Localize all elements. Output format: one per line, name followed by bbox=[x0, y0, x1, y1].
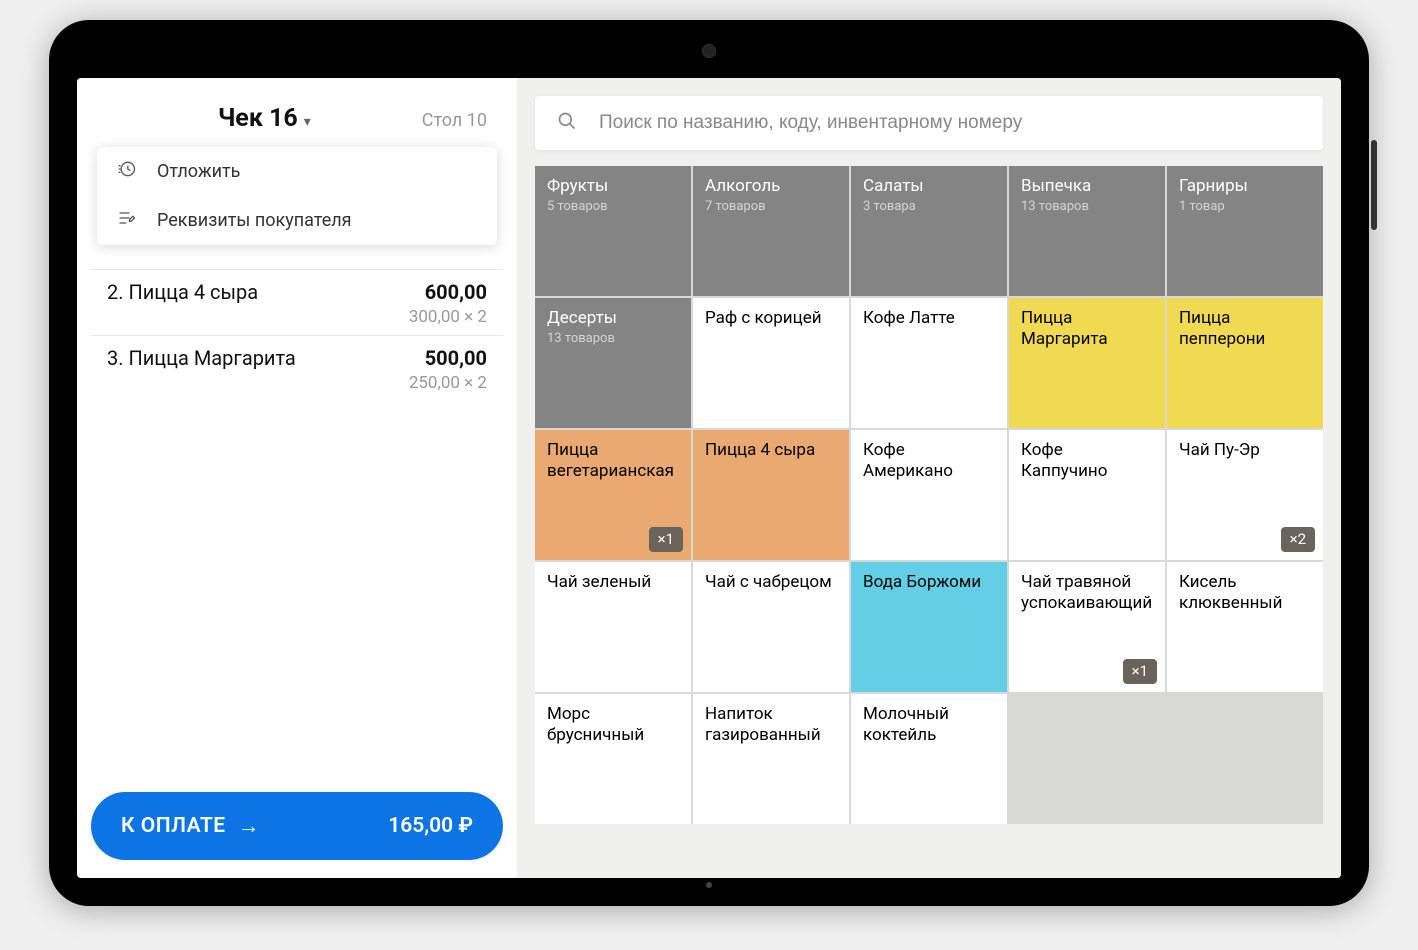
customer-details-label: Реквизиты покупателя bbox=[157, 210, 352, 231]
product-tile[interactable]: Кофе Американо bbox=[851, 430, 1007, 560]
tile-count: 13 товаров bbox=[1021, 199, 1153, 215]
tile-name: Кофе Латте bbox=[863, 308, 995, 329]
tile-name: Салаты bbox=[863, 176, 995, 197]
search-bar[interactable] bbox=[535, 96, 1323, 150]
product-tile[interactable]: Пицца вегетарианская ×1 bbox=[535, 430, 691, 560]
product-tile[interactable]: Пицца Маргарита bbox=[1009, 298, 1165, 428]
category-tile[interactable]: Гарниры 1 товар bbox=[1167, 166, 1323, 296]
qty-badge: ×1 bbox=[1123, 659, 1157, 684]
product-tile[interactable]: Кофе Латте bbox=[851, 298, 1007, 428]
check-title-dropdown[interactable]: Чек 16 ▾ bbox=[218, 104, 311, 133]
context-menu: Отложить Реквизиты покупателя bbox=[97, 147, 497, 245]
category-tile[interactable]: Салаты 3 товара bbox=[851, 166, 1007, 296]
tile-name: Кисель клюквенный bbox=[1179, 572, 1311, 615]
product-tile[interactable]: Пицца пепперони bbox=[1167, 298, 1323, 428]
check-title: Чек 16 bbox=[218, 104, 298, 133]
catalog-panel: Фрукты 5 товаров Алкоголь 7 товаров Салаты 3 … bbox=[517, 78, 1341, 878]
line-item-name: 3. Пицца Маргарита bbox=[107, 346, 296, 370]
tile-name: Напиток газированный bbox=[705, 704, 837, 747]
line-item[interactable]: 2. Пицца 4 сыра 600,00 300,00 × 2 bbox=[91, 269, 503, 335]
product-grid: Фрукты 5 товаров Алкоголь 7 товаров Салаты 3 … bbox=[535, 166, 1323, 824]
product-tile[interactable]: Молочный коктейль bbox=[851, 694, 1007, 824]
category-tile[interactable]: Выпечка 13 товаров bbox=[1009, 166, 1165, 296]
tile-name: Молочный коктейль bbox=[863, 704, 995, 747]
home-indicator bbox=[706, 882, 712, 888]
chevron-down-icon: ▾ bbox=[304, 114, 311, 130]
search-icon bbox=[557, 111, 577, 135]
tile-name: Выпечка bbox=[1021, 176, 1153, 197]
tile-count: 1 товар bbox=[1179, 199, 1311, 215]
pay-button[interactable]: К ОПЛАТЕ → 165,00 ₽ bbox=[91, 792, 503, 860]
tile-count: 7 товаров bbox=[705, 199, 837, 215]
qty-badge: ×1 bbox=[649, 527, 683, 552]
check-header: Чек 16 ▾ Стол 10 bbox=[91, 96, 503, 147]
customer-details-button[interactable]: Реквизиты покупателя bbox=[97, 196, 497, 245]
tile-name: Пицца вегетарианская bbox=[547, 440, 679, 483]
tile-name: Кофе Американо bbox=[863, 440, 995, 483]
product-tile[interactable]: Чай зеленый bbox=[535, 562, 691, 692]
tile-name: Вода Боржоми bbox=[863, 572, 995, 593]
product-tile[interactable]: Кисель клюквенный bbox=[1167, 562, 1323, 692]
tile-name: Гарниры bbox=[1179, 176, 1311, 197]
tile-count: 3 товара bbox=[863, 199, 995, 215]
tile-name: Десерты bbox=[547, 308, 679, 329]
line-item-total: 600,00 bbox=[425, 280, 487, 304]
tablet-device: Чек 16 ▾ Стол 10 Отложить Реквизиты поку… bbox=[49, 20, 1369, 906]
tile-name: Раф с корицей bbox=[705, 308, 837, 329]
product-tile[interactable]: Вода Боржоми bbox=[851, 562, 1007, 692]
tile-name: Чай с чабрецом bbox=[705, 572, 837, 593]
line-item-total: 500,00 bbox=[425, 346, 487, 370]
category-tile[interactable]: Десерты 13 товаров bbox=[535, 298, 691, 428]
tile-count: 5 товаров bbox=[547, 199, 679, 215]
product-tile[interactable]: Чай с чабрецом bbox=[693, 562, 849, 692]
check-panel: Чек 16 ▾ Стол 10 Отложить Реквизиты поку… bbox=[77, 78, 517, 878]
tile-name: Пицца 4 сыра bbox=[705, 440, 837, 461]
table-label: Стол 10 bbox=[422, 110, 487, 131]
product-tile[interactable]: Напиток газированный bbox=[693, 694, 849, 824]
category-tile[interactable]: Фрукты 5 товаров bbox=[535, 166, 691, 296]
product-tile[interactable]: Кофе Каппучино bbox=[1009, 430, 1165, 560]
tile-name: Пицца Маргарита bbox=[1021, 308, 1153, 351]
postpone-label: Отложить bbox=[157, 161, 240, 182]
arrow-right-icon: → bbox=[238, 813, 261, 839]
pay-label: К ОПЛАТЕ bbox=[121, 814, 226, 838]
camera-dot bbox=[702, 44, 716, 58]
tile-name: Чай Пу-Эр bbox=[1179, 440, 1311, 461]
tile-name: Чай зеленый bbox=[547, 572, 679, 593]
line-item-sub: 250,00 × 2 bbox=[107, 373, 487, 393]
line-item-sub: 300,00 × 2 bbox=[107, 307, 487, 327]
category-tile[interactable]: Алкоголь 7 товаров bbox=[693, 166, 849, 296]
line-item[interactable]: 3. Пицца Маргарита 500,00 250,00 × 2 bbox=[91, 335, 503, 401]
product-tile[interactable]: Чай травяной успокаивающий ×1 bbox=[1009, 562, 1165, 692]
product-tile[interactable]: Пицца 4 сыра bbox=[693, 430, 849, 560]
pay-amount: 165,00 ₽ bbox=[388, 814, 473, 838]
postpone-button[interactable]: Отложить bbox=[97, 147, 497, 196]
qty-badge: ×2 bbox=[1281, 527, 1315, 552]
tile-name: Морс брусничный bbox=[547, 704, 679, 747]
tile-name: Чай травяной успокаивающий bbox=[1021, 572, 1153, 615]
tile-name: Фрукты bbox=[547, 176, 679, 197]
tile-name: Алкоголь bbox=[705, 176, 837, 197]
product-tile[interactable]: Морс брусничный bbox=[535, 694, 691, 824]
product-tile[interactable]: Чай Пу-Эр ×2 bbox=[1167, 430, 1323, 560]
screen: Чек 16 ▾ Стол 10 Отложить Реквизиты поку… bbox=[77, 78, 1341, 878]
tile-name: Кофе Каппучино bbox=[1021, 440, 1153, 483]
clock-icon bbox=[117, 159, 139, 184]
tile-name: Пицца пепперони bbox=[1179, 308, 1311, 351]
product-tile[interactable]: Раф с корицей bbox=[693, 298, 849, 428]
search-input[interactable] bbox=[599, 112, 1301, 134]
tile-count: 13 товаров bbox=[547, 331, 679, 347]
line-item-name: 2. Пицца 4 сыра bbox=[107, 280, 258, 304]
edit-list-icon bbox=[117, 208, 139, 233]
